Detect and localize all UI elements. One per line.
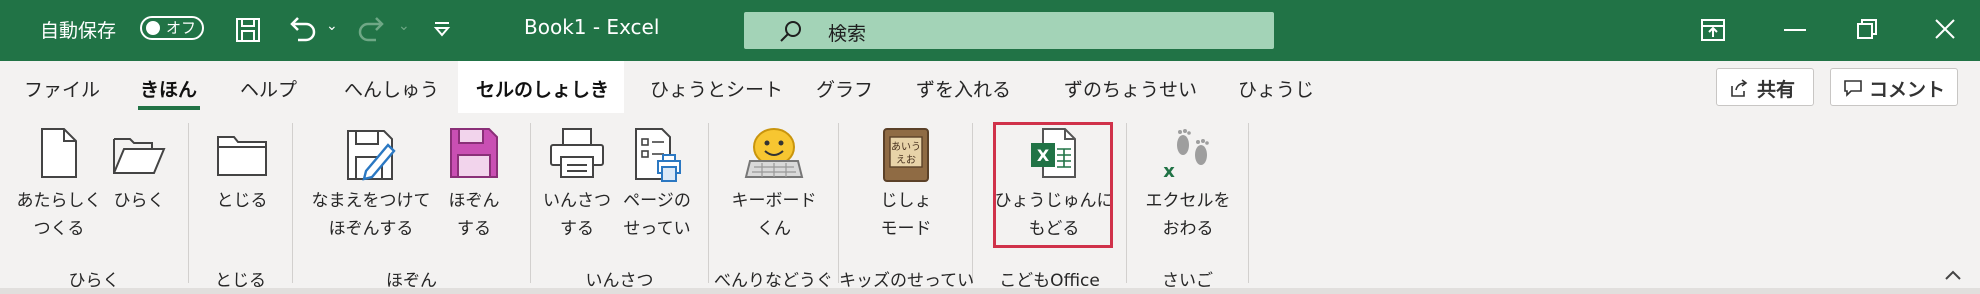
button-label: ほぞんする [328,219,414,239]
group-separator [1126,123,1127,283]
autosave-state: オフ [166,19,197,37]
save-icon [450,128,498,178]
save-icon[interactable] [234,16,262,44]
ribbon-display-options-icon[interactable] [1700,18,1726,42]
button-label: くん [757,219,791,239]
group-separator [188,123,189,283]
button-label: モード [880,219,932,239]
tab-table-sheet[interactable]: ひょうとシート [650,75,783,102]
window-title: Book1 - Excel [524,15,660,39]
svg-text:えお: えお [896,154,916,166]
search-placeholder: 検索 [828,23,867,45]
button-label: ひらく [113,191,165,211]
restore-icon[interactable] [1856,18,1878,40]
group-separator [708,123,709,283]
button-label: エクセルを [1145,191,1231,211]
customize-toolbar-icon[interactable] [432,20,452,38]
button-label: なまえをつけて [311,191,431,211]
save-as-button[interactable]: なまえをつけて ほぞんする [304,113,438,253]
dictionary-icon: あいう えお [883,128,929,182]
tab-edit[interactable]: へんしゅう [344,75,439,102]
tab-home[interactable]: きほん [140,75,197,102]
exit-excel-button[interactable]: x エクセルを おわる [1134,113,1242,253]
svg-text:x: x [1163,161,1175,181]
button-label: ほぞん [448,191,500,211]
share-icon [1731,79,1748,97]
tab-file[interactable]: ファイル [24,75,100,102]
page-setup-icon [635,128,681,182]
share-button[interactable]: 共有 [1716,68,1814,106]
undo-dropdown-icon[interactable]: ⌄ [326,18,338,34]
ribbon-bottom-border [0,288,1980,294]
button-label: とじる [216,191,268,211]
exit-footprints-icon: x [1163,129,1209,181]
share-label: 共有 [1757,79,1796,101]
comment-button[interactable]: コメント [1830,68,1958,106]
redo-dropdown-icon[interactable]: ⌄ [398,18,410,34]
button-label: キーボード [731,191,817,211]
print-button[interactable]: いんさつ する [540,113,614,253]
toggle-knob [146,21,160,35]
title-bar: 自動保存 オフ ⌄ ⌄ Book1 - Excel 検索 [0,0,1980,61]
new-button[interactable]: あたらしく つくる [14,113,104,253]
undo-icon[interactable] [286,14,318,44]
new-document-icon [41,128,77,178]
button-label: いんさつ [543,191,611,211]
tab-figure-adjust[interactable]: ずのちょうせい [1064,75,1197,102]
tab-cell-format[interactable]: セルのしょしき [476,75,609,102]
button-label: ページの [623,191,691,211]
open-folder-icon [113,138,166,174]
group-separator [972,123,973,283]
autosave-toggle[interactable]: オフ [140,16,204,40]
ribbon: あたらしく つくる ひらく とじる なまえをつけて ほぞんする ほぞん する い… [0,113,1980,291]
group-separator [1248,123,1249,283]
save-as-icon [347,130,396,181]
keyboard-icon [744,128,804,178]
close-icon[interactable] [1934,18,1956,40]
comment-label: コメント [1869,79,1946,101]
keyboard-button[interactable]: キーボード くん [718,113,830,253]
search-box[interactable]: 検索 [744,12,1274,49]
group-separator [530,123,531,283]
search-icon [780,21,801,42]
button-label: あたらしく [16,191,102,211]
tab-chart[interactable]: グラフ [816,75,873,102]
minimize-icon[interactable] [1784,28,1806,32]
button-label: おわる [1162,219,1214,239]
tab-home-underline [138,106,200,110]
highlight-box [993,122,1113,248]
svg-text:あいう: あいう [891,141,921,153]
close-folder-icon [217,136,267,176]
tab-view[interactable]: ひょうじ [1238,75,1314,102]
page-setup-button[interactable]: ページの せってい [614,113,700,253]
tab-help[interactable]: ヘルプ [240,75,297,102]
button-label: じしょ [880,191,932,211]
tab-insert-figure[interactable]: ずを入れる [916,75,1011,102]
save-button[interactable]: ほぞん する [438,113,510,253]
comment-icon [1844,80,1862,97]
printer-icon [550,128,604,178]
collapse-ribbon-icon[interactable] [1944,269,1962,281]
button-label: せってい [623,219,691,239]
close-button[interactable]: とじる [200,113,284,253]
button-label: つくる [33,219,85,239]
dictionary-mode-button[interactable]: あいう えお じしょ モード [848,113,964,253]
button-label: する [457,219,491,239]
button-label: する [560,219,594,239]
redo-icon[interactable] [356,14,388,44]
group-separator [292,123,293,283]
open-button[interactable]: ひらく [104,113,174,253]
group-separator [838,123,839,283]
autosave-label: 自動保存 [40,20,117,42]
